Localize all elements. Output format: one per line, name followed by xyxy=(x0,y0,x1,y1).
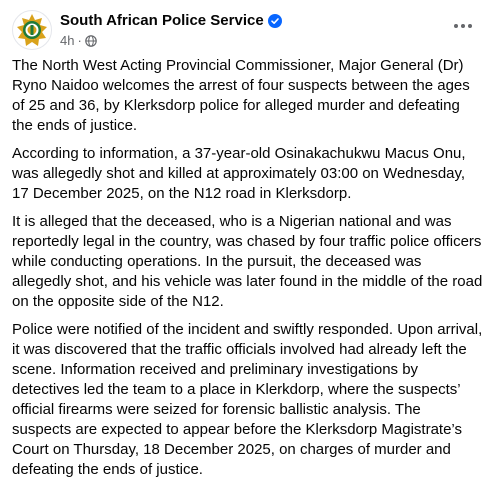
more-options-icon[interactable] xyxy=(449,14,477,38)
post-paragraph: Police were notified of the incident and… xyxy=(12,321,483,478)
globe-icon[interactable] xyxy=(85,35,97,47)
post-paragraph: The North West Acting Provincial Commiss… xyxy=(12,57,470,134)
saps-badge-logo xyxy=(17,14,47,46)
post-body: The North West Acting Provincial Commiss… xyxy=(12,56,483,480)
post-meta: 4h · xyxy=(60,33,282,49)
page-name[interactable]: South African Police Service xyxy=(60,12,264,30)
post-timestamp[interactable]: 4h xyxy=(60,33,74,49)
post-paragraph: It is alleged that the deceased, who is … xyxy=(12,213,483,310)
page-avatar[interactable] xyxy=(12,10,52,50)
post-paragraph: According to information, a 37-year-old … xyxy=(12,145,466,202)
facebook-post: South African Police Service 4h · The No… xyxy=(0,0,495,488)
verified-badge-icon xyxy=(267,14,282,28)
page-name-row: South African Police Service xyxy=(60,12,282,30)
post-header: South African Police Service 4h · xyxy=(12,0,483,56)
header-text: South African Police Service 4h · xyxy=(60,12,282,49)
meta-separator: · xyxy=(77,33,82,48)
